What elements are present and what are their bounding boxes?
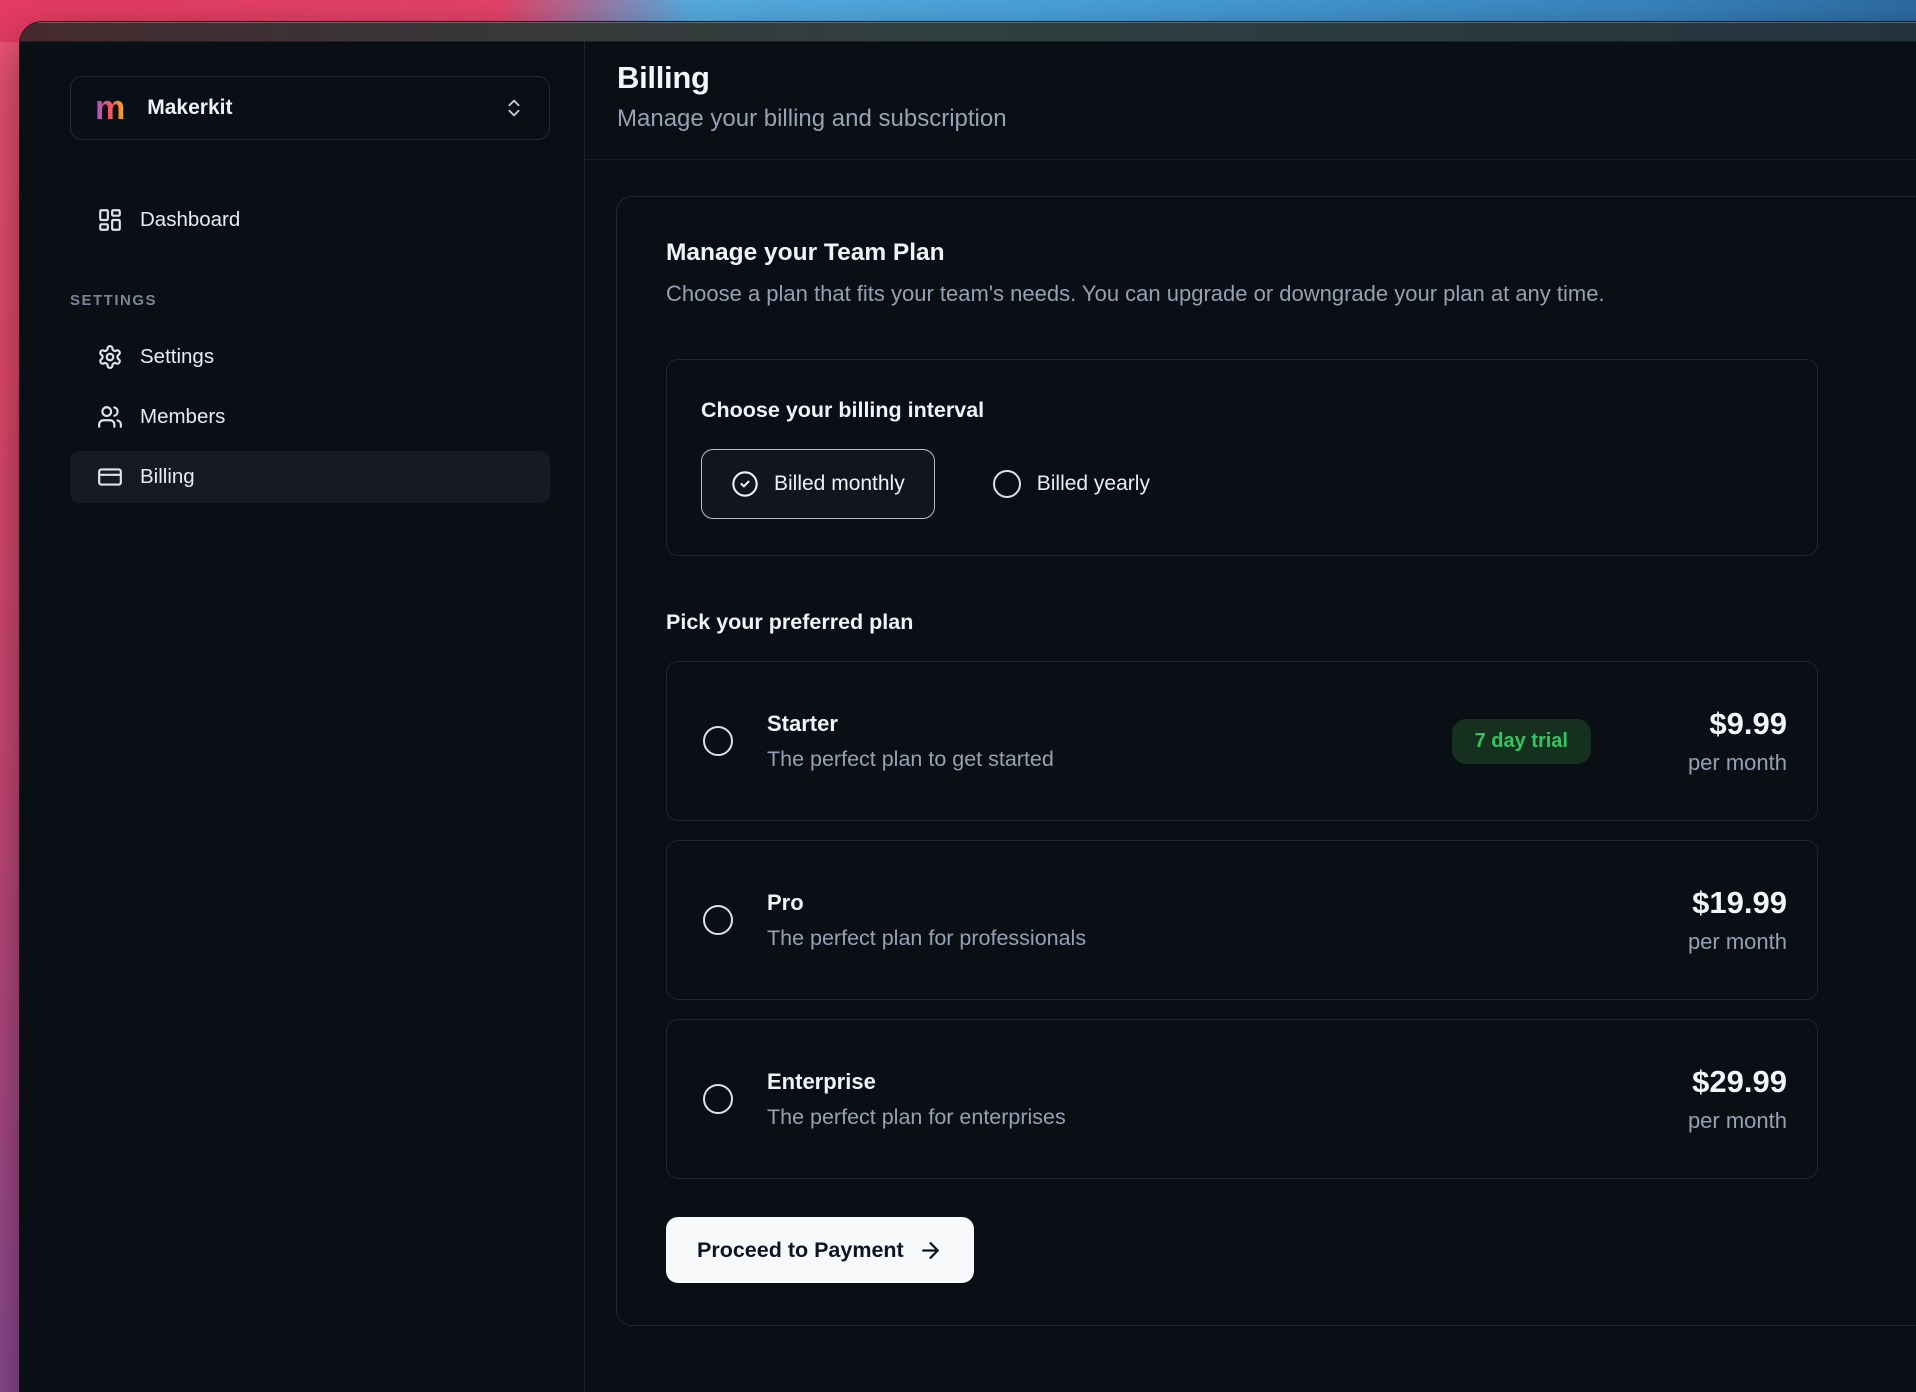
plan-price-block: $9.99 per month xyxy=(1647,706,1787,776)
billed-yearly-label: Billed yearly xyxy=(1037,472,1150,496)
content-area: Manage your Team Plan Choose a plan that… xyxy=(585,160,1916,1326)
sidebar-section-settings: SETTINGS xyxy=(70,292,550,309)
dashboard-icon xyxy=(97,207,123,233)
workspace-selector[interactable]: m Makerkit xyxy=(70,76,550,140)
main-content: Billing Manage your billing and subscrip… xyxy=(585,42,1916,1392)
chevrons-up-down-icon xyxy=(503,97,525,119)
card-title: Manage your Team Plan xyxy=(666,239,1916,267)
card-description: Choose a plan that fits your team's need… xyxy=(666,281,1916,307)
radio-circle-icon[interactable] xyxy=(703,726,733,756)
plan-description: The perfect plan to get started xyxy=(767,747,1452,772)
plan-description: The perfect plan for enterprises xyxy=(767,1105,1647,1130)
app-root: m Makerkit Dashboard SETTINGS xyxy=(20,42,1916,1392)
plan-text: Pro The perfect plan for professionals xyxy=(767,890,1647,951)
billing-interval-label: Choose your billing interval xyxy=(701,398,1783,423)
sidebar-item-label: Dashboard xyxy=(140,208,240,232)
sidebar-item-label: Settings xyxy=(140,345,214,369)
pick-plan-label: Pick your preferred plan xyxy=(666,610,1916,635)
users-icon xyxy=(97,404,123,430)
team-plan-card: Manage your Team Plan Choose a plan that… xyxy=(616,196,1916,1326)
check-circle-icon xyxy=(731,470,759,498)
proceed-to-payment-button[interactable]: Proceed to Payment xyxy=(666,1217,974,1283)
plan-period: per month xyxy=(1647,929,1787,955)
proceed-button-label: Proceed to Payment xyxy=(697,1238,904,1263)
billing-interval-box: Choose your billing interval Billed mont… xyxy=(666,359,1818,556)
trial-badge: 7 day trial xyxy=(1452,719,1591,764)
sidebar-item-label: Billing xyxy=(140,465,195,489)
arrow-right-icon xyxy=(918,1238,943,1263)
page-header: Billing Manage your billing and subscrip… xyxy=(585,42,1916,160)
sidebar-item-dashboard[interactable]: Dashboard xyxy=(70,194,550,246)
sidebar-item-settings[interactable]: Settings xyxy=(70,331,550,383)
page-subtitle: Manage your billing and subscription xyxy=(617,105,1916,133)
plan-text: Starter The perfect plan to get started xyxy=(767,711,1452,772)
radio-circle-icon[interactable] xyxy=(703,905,733,935)
plan-price: $9.99 xyxy=(1647,706,1787,742)
plan-name: Starter xyxy=(767,711,1452,737)
window-titlebar xyxy=(20,22,1916,42)
plan-period: per month xyxy=(1647,750,1787,776)
billed-monthly-option[interactable]: Billed monthly xyxy=(701,449,935,519)
radio-circle-icon[interactable] xyxy=(703,1084,733,1114)
sidebar-item-billing[interactable]: Billing xyxy=(70,451,550,503)
plan-text: Enterprise The perfect plan for enterpri… xyxy=(767,1069,1647,1130)
plan-period: per month xyxy=(1647,1108,1787,1134)
plan-row-enterprise[interactable]: Enterprise The perfect plan for enterpri… xyxy=(666,1019,1818,1179)
plan-row-pro[interactable]: Pro The perfect plan for professionals $… xyxy=(666,840,1818,1000)
plan-name: Pro xyxy=(767,890,1647,916)
sidebar: m Makerkit Dashboard SETTINGS xyxy=(20,42,585,1392)
plan-row-starter[interactable]: Starter The perfect plan to get started … xyxy=(666,661,1818,821)
page-title: Billing xyxy=(617,60,1916,96)
plan-list: Starter The perfect plan to get started … xyxy=(666,661,1818,1179)
plan-price-block: $29.99 per month xyxy=(1647,1064,1787,1134)
sidebar-item-label: Members xyxy=(140,405,225,429)
plan-price-block: $19.99 per month xyxy=(1647,885,1787,955)
makerkit-logo: m xyxy=(95,91,125,125)
billed-monthly-label: Billed monthly xyxy=(774,472,905,496)
plan-price: $19.99 xyxy=(1647,885,1787,921)
plan-price: $29.99 xyxy=(1647,1064,1787,1100)
plan-description: The perfect plan for professionals xyxy=(767,926,1647,951)
radio-circle-icon xyxy=(993,470,1021,498)
billing-interval-options: Billed monthly Billed yearly xyxy=(701,449,1783,519)
plan-name: Enterprise xyxy=(767,1069,1647,1095)
billed-yearly-option[interactable]: Billed yearly xyxy=(993,470,1150,498)
gear-icon xyxy=(97,344,123,370)
credit-card-icon xyxy=(97,464,123,490)
sidebar-item-members[interactable]: Members xyxy=(70,391,550,443)
app-window: m Makerkit Dashboard SETTINGS xyxy=(20,22,1916,1392)
workspace-name: Makerkit xyxy=(147,96,503,120)
sidebar-nav: Dashboard SETTINGS Settings Members xyxy=(70,194,550,511)
